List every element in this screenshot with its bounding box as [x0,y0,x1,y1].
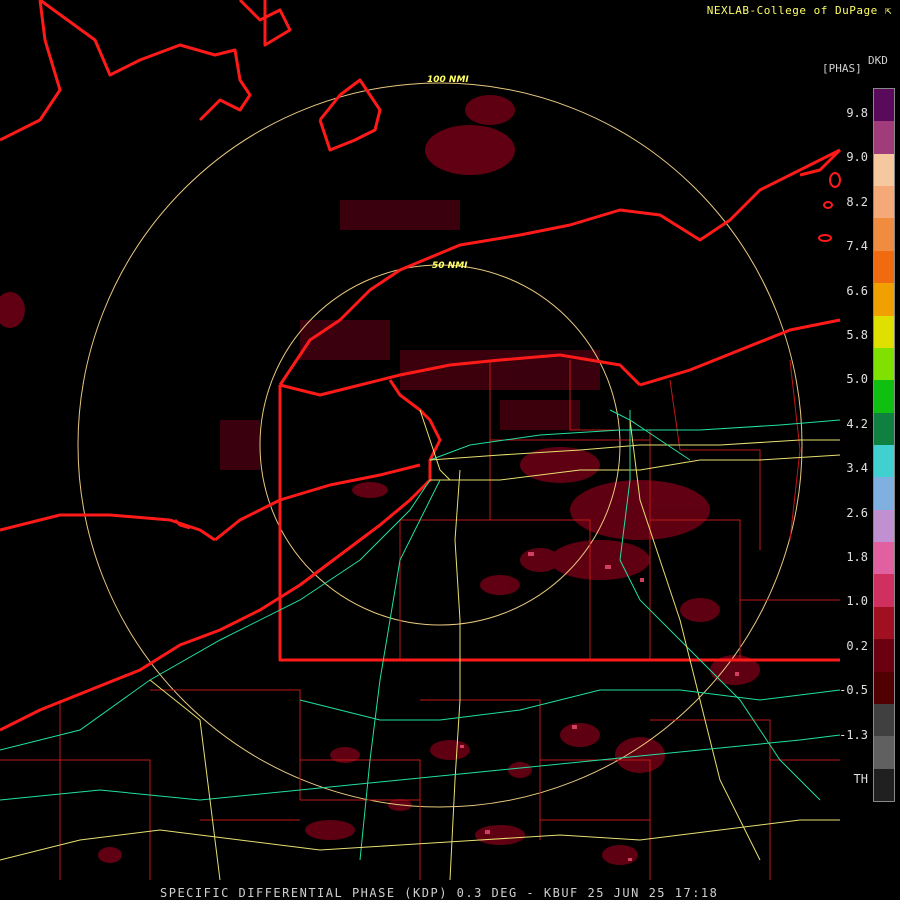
color-scale-tick-label: 9.0 [846,150,868,165]
color-scale-swatch [874,574,894,608]
color-scale-tick-label: 5.0 [846,372,868,387]
color-scale-bar [873,88,895,802]
credit-text: NEXLAB-College of DuPage [706,4,878,17]
color-scale-swatch [874,250,894,284]
color-scale-swatch [874,477,894,511]
color-scale-swatch [874,218,894,252]
color-scale-tick-label: TH [853,772,868,786]
color-scale-tick-label: -1.3 [839,727,868,742]
color-scale-swatch [874,121,894,155]
color-scale-tick-label: 3.4 [846,461,868,476]
cursor-arrow-icon: ⇱ [884,4,892,17]
legend-unit: [PHAS] [822,62,862,75]
range-ring-100-label: 100 NMI [427,75,469,85]
color-scale-tick-label: 9.8 [846,106,868,120]
color-scale-tick-label: 5.8 [846,328,868,342]
credit-label: NEXLAB-College of DuPage ⇱ [707,4,892,17]
color-scale-swatch [874,736,894,770]
color-scale-swatch [874,380,894,414]
product-code: DKD [868,54,888,67]
color-scale-swatch [874,509,894,543]
color-scale-tick-label: 6.6 [846,283,868,298]
color-scale-swatch [874,412,894,446]
color-scale-swatch [874,186,894,219]
color-scale-tick-label: 1.0 [846,594,868,609]
color-scale-swatch [874,153,894,187]
color-scale-swatch [874,315,894,349]
color-scale-tick-label: 2.6 [846,505,868,520]
color-scale-swatch [874,768,894,802]
color-scale-swatch [874,639,894,673]
color-scale-tick-label: 8.2 [846,194,868,209]
county-boundaries [0,359,840,880]
color-scale-tick-label: 1.8 [846,550,868,564]
radar-display: 100 NMI 50 NMI NEXLAB-College of DuPage … [0,0,900,900]
color-scale-swatch [874,542,894,575]
clutter-speckle [220,200,600,470]
color-scale-swatch [874,347,894,381]
product-footer: SPECIFIC DIFFERENTIAL PHASE (KDP) 0.3 DE… [160,886,719,900]
color-scale-tick-label: 7.4 [846,239,868,254]
color-scale-swatch [874,606,894,640]
color-scale-swatch [874,283,894,317]
color-scale-swatch [874,703,894,737]
range-ring-50-label: 50 NMI [432,261,468,271]
color-scale-tick-label: -0.5 [839,683,868,698]
radar-map: 100 NMI 50 NMI [0,0,842,881]
color-scale-swatch [874,445,894,478]
color-scale-tick-label: 4.2 [846,416,868,431]
color-scale-swatch [874,89,894,122]
color-scale-swatch [874,671,894,705]
color-scale-tick-label: 0.2 [846,638,868,653]
